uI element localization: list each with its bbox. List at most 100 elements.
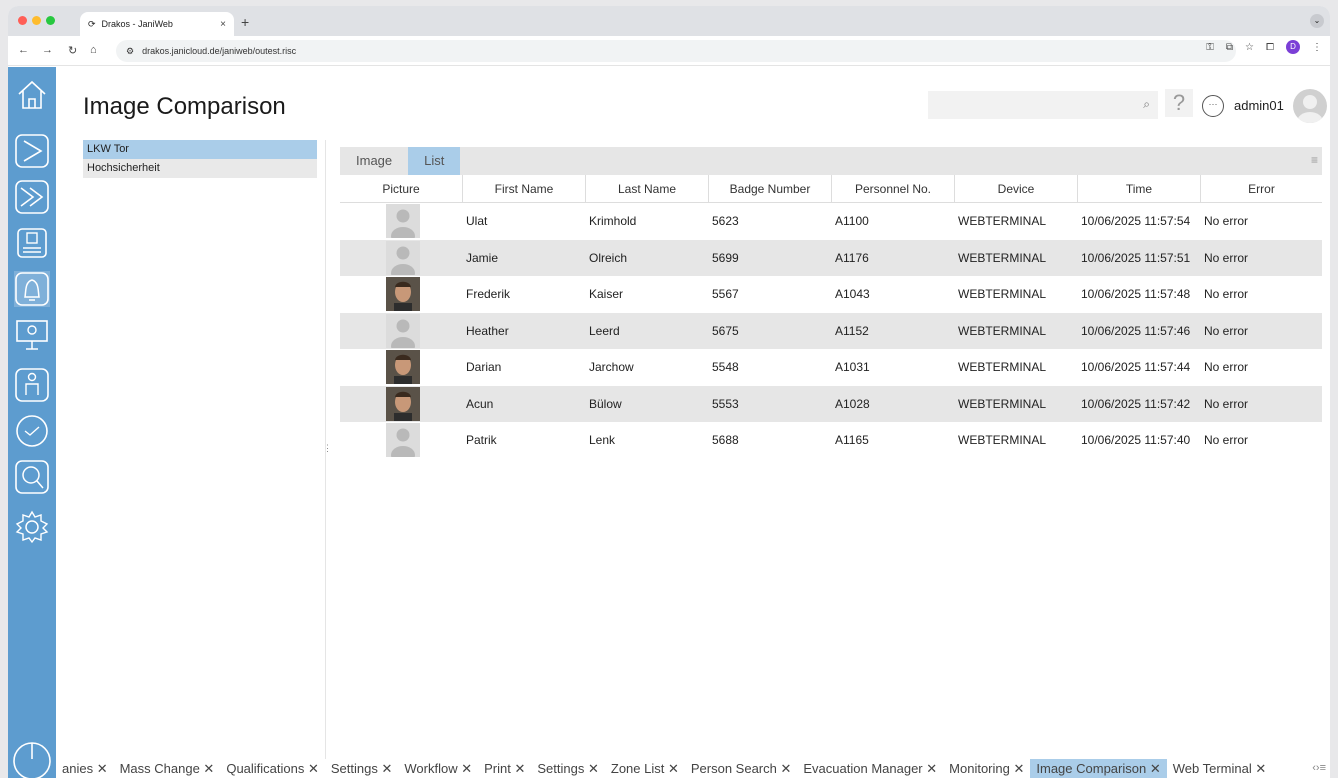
close-tab-icon[interactable]: ✕ <box>93 761 108 776</box>
browser-tab[interactable]: ⟳ Drakos - JaniWeb × <box>80 12 234 36</box>
column-header[interactable]: Personnel No. <box>832 175 955 202</box>
chat-icon[interactable]: ··· <box>1202 95 1224 117</box>
table-row[interactable]: Darian Jarchow 5548 A1031 WEBTERMINAL 10/06/2… <box>340 349 1322 386</box>
close-tab-icon[interactable]: ✕ <box>777 761 791 776</box>
back-icon[interactable]: ← <box>18 44 29 56</box>
address-bar: ← → ↻ ⌂ ⚙ drakos.janicloud.de/janiweb/ou… <box>8 36 1330 66</box>
single-arrow-icon[interactable] <box>14 133 50 169</box>
bottom-tab[interactable]: anies ✕ <box>56 759 114 778</box>
column-header[interactable]: Picture <box>340 175 463 202</box>
zone-tree: LKW Tor Hochsicherheit <box>83 140 317 178</box>
close-tab-icon[interactable]: ✕ <box>584 761 599 776</box>
close-tab-icon[interactable]: × <box>220 19 226 30</box>
table-row[interactable]: Heather Leerd 5675 A1152 WEBTERMINAL 10/06/20… <box>340 312 1322 349</box>
bottom-tab[interactable]: Qualifications ✕ <box>220 759 325 778</box>
double-arrow-icon[interactable] <box>14 179 50 215</box>
table-row[interactable]: Ulat Krimhold 5623 A1100 WEBTERMINAL 10/06/20… <box>340 203 1322 240</box>
bottom-tab[interactable]: Web Terminal ✕ <box>1167 759 1273 778</box>
bottom-tab-label: Qualifications <box>226 761 305 776</box>
search-doc-icon[interactable] <box>14 459 50 495</box>
cast-icon[interactable]: ⧉ <box>1226 42 1233 53</box>
table-row[interactable]: Frederik Kaiser 5567 A1043 WEBTERMINAL 10/06/… <box>340 276 1322 313</box>
browser-menu-icon[interactable]: ⋮ <box>1312 42 1322 53</box>
reload-icon[interactable]: ↻ <box>68 44 77 57</box>
column-header[interactable]: Badge Number <box>709 175 832 202</box>
forward-icon[interactable]: → <box>42 44 53 56</box>
device-cell: WEBTERMINAL <box>958 323 1047 338</box>
profile-avatar[interactable]: D <box>1286 40 1300 54</box>
home-icon[interactable] <box>14 77 50 113</box>
person-placeholder-icon[interactable] <box>386 204 420 239</box>
close-window-icon[interactable] <box>18 16 27 25</box>
home-icon[interactable]: ⌂ <box>90 44 97 56</box>
avatar[interactable] <box>1293 89 1327 123</box>
close-tab-icon[interactable]: ✕ <box>1252 761 1266 776</box>
site-settings-icon[interactable]: ⚙ <box>126 46 134 57</box>
table-row[interactable]: Acun Bülow 5553 A1028 WEBTERMINAL 10/06/2025 … <box>340 385 1322 422</box>
panel-menu-icon[interactable]: ≡ <box>1311 153 1318 167</box>
column-header[interactable]: Last Name <box>586 175 709 202</box>
person-placeholder-icon[interactable] <box>386 313 420 348</box>
close-tab-icon[interactable]: ✕ <box>664 761 679 776</box>
column-header[interactable]: Device <box>955 175 1078 202</box>
presentation-icon[interactable] <box>14 317 50 353</box>
search-icon[interactable]: ⌕ <box>1143 97 1150 112</box>
table-row[interactable]: Patrik Lenk 5688 A1165 WEBTERMINAL 10/06/2025… <box>340 422 1322 459</box>
person-placeholder-icon[interactable] <box>386 423 420 458</box>
bottom-tab[interactable]: Workflow ✕ <box>398 759 478 778</box>
username[interactable]: admin01 <box>1234 98 1284 113</box>
bottom-tab[interactable]: Zone List ✕ <box>605 759 685 778</box>
close-tab-icon[interactable]: ✕ <box>1146 761 1161 776</box>
power-icon[interactable] <box>8 735 56 778</box>
person-photo[interactable] <box>386 277 420 312</box>
bottom-tab[interactable]: Person Search ✕ <box>685 759 798 778</box>
close-tab-icon[interactable]: ✕ <box>304 761 319 776</box>
bottom-tab[interactable]: Evacuation Manager ✕ <box>797 759 943 778</box>
bottom-tab-label: Person Search <box>690 761 777 776</box>
bottom-tab[interactable]: Settings ✕ <box>531 759 605 778</box>
visitor-icon[interactable] <box>14 367 50 403</box>
close-tab-icon[interactable]: ✕ <box>378 761 392 776</box>
settings-gear-icon[interactable] <box>14 509 50 545</box>
close-tab-icon[interactable]: ✕ <box>923 761 937 776</box>
tab-search-icon[interactable]: ⌄ <box>1310 14 1324 28</box>
password-key-icon[interactable]: ⚿ <box>1206 42 1214 53</box>
tab-image[interactable]: Image <box>340 147 408 175</box>
bottom-tab[interactable]: Mass Change ✕ <box>114 759 221 778</box>
column-header[interactable]: First Name <box>463 175 586 202</box>
tree-item-lkw-tor[interactable]: LKW Tor <box>83 140 317 159</box>
picture-cell <box>340 277 463 312</box>
bottom-tab[interactable]: Settings ✕ <box>325 759 399 778</box>
new-tab-icon[interactable]: + <box>241 14 249 30</box>
close-tab-icon[interactable]: ✕ <box>200 761 214 776</box>
table-row[interactable]: Jamie Olreich 5699 A1176 WEBTERMINAL 10/06/20… <box>340 239 1322 276</box>
person-placeholder-icon[interactable] <box>386 240 420 275</box>
help-button[interactable]: ? <box>1165 89 1193 117</box>
bookmark-star-icon[interactable]: ☆ <box>1245 42 1254 53</box>
bottom-tab[interactable]: Image Comparison ✕ <box>1030 759 1167 778</box>
bottom-tab-label: Settings <box>537 761 585 776</box>
close-tab-icon[interactable]: ✕ <box>1010 761 1024 776</box>
alarm-bell-icon[interactable] <box>14 271 50 307</box>
tab-list[interactable]: List <box>408 147 461 175</box>
person-photo[interactable] <box>386 350 420 385</box>
close-tab-icon[interactable]: ✕ <box>458 761 472 776</box>
clock-icon[interactable] <box>14 413 50 449</box>
splitter-handle[interactable]: ⋮ <box>323 443 332 454</box>
maximize-window-icon[interactable] <box>46 16 55 25</box>
column-header[interactable]: Error <box>1201 175 1322 202</box>
bottom-tab[interactable]: Print ✕ <box>478 759 531 778</box>
extensions-icon[interactable]: ⧠ <box>1266 42 1274 53</box>
tree-item-hochsicherheit[interactable]: Hochsicherheit <box>83 159 317 178</box>
close-tab-icon[interactable]: ✕ <box>511 761 525 776</box>
tab-overflow-icon[interactable]: ‹›≡ <box>1308 759 1330 778</box>
error-cell: No error <box>1204 323 1249 338</box>
column-header[interactable]: Time <box>1078 175 1201 202</box>
search-input[interactable]: ⌕ <box>928 91 1158 119</box>
bottom-tab[interactable]: Monitoring ✕ <box>943 759 1030 778</box>
url-field[interactable]: ⚙ drakos.janicloud.de/janiweb/outest.ris… <box>116 40 1236 62</box>
minimize-window-icon[interactable] <box>32 16 41 25</box>
error-cell: No error <box>1204 396 1249 411</box>
person-photo[interactable] <box>386 386 420 421</box>
badge-card-icon[interactable] <box>14 225 50 261</box>
